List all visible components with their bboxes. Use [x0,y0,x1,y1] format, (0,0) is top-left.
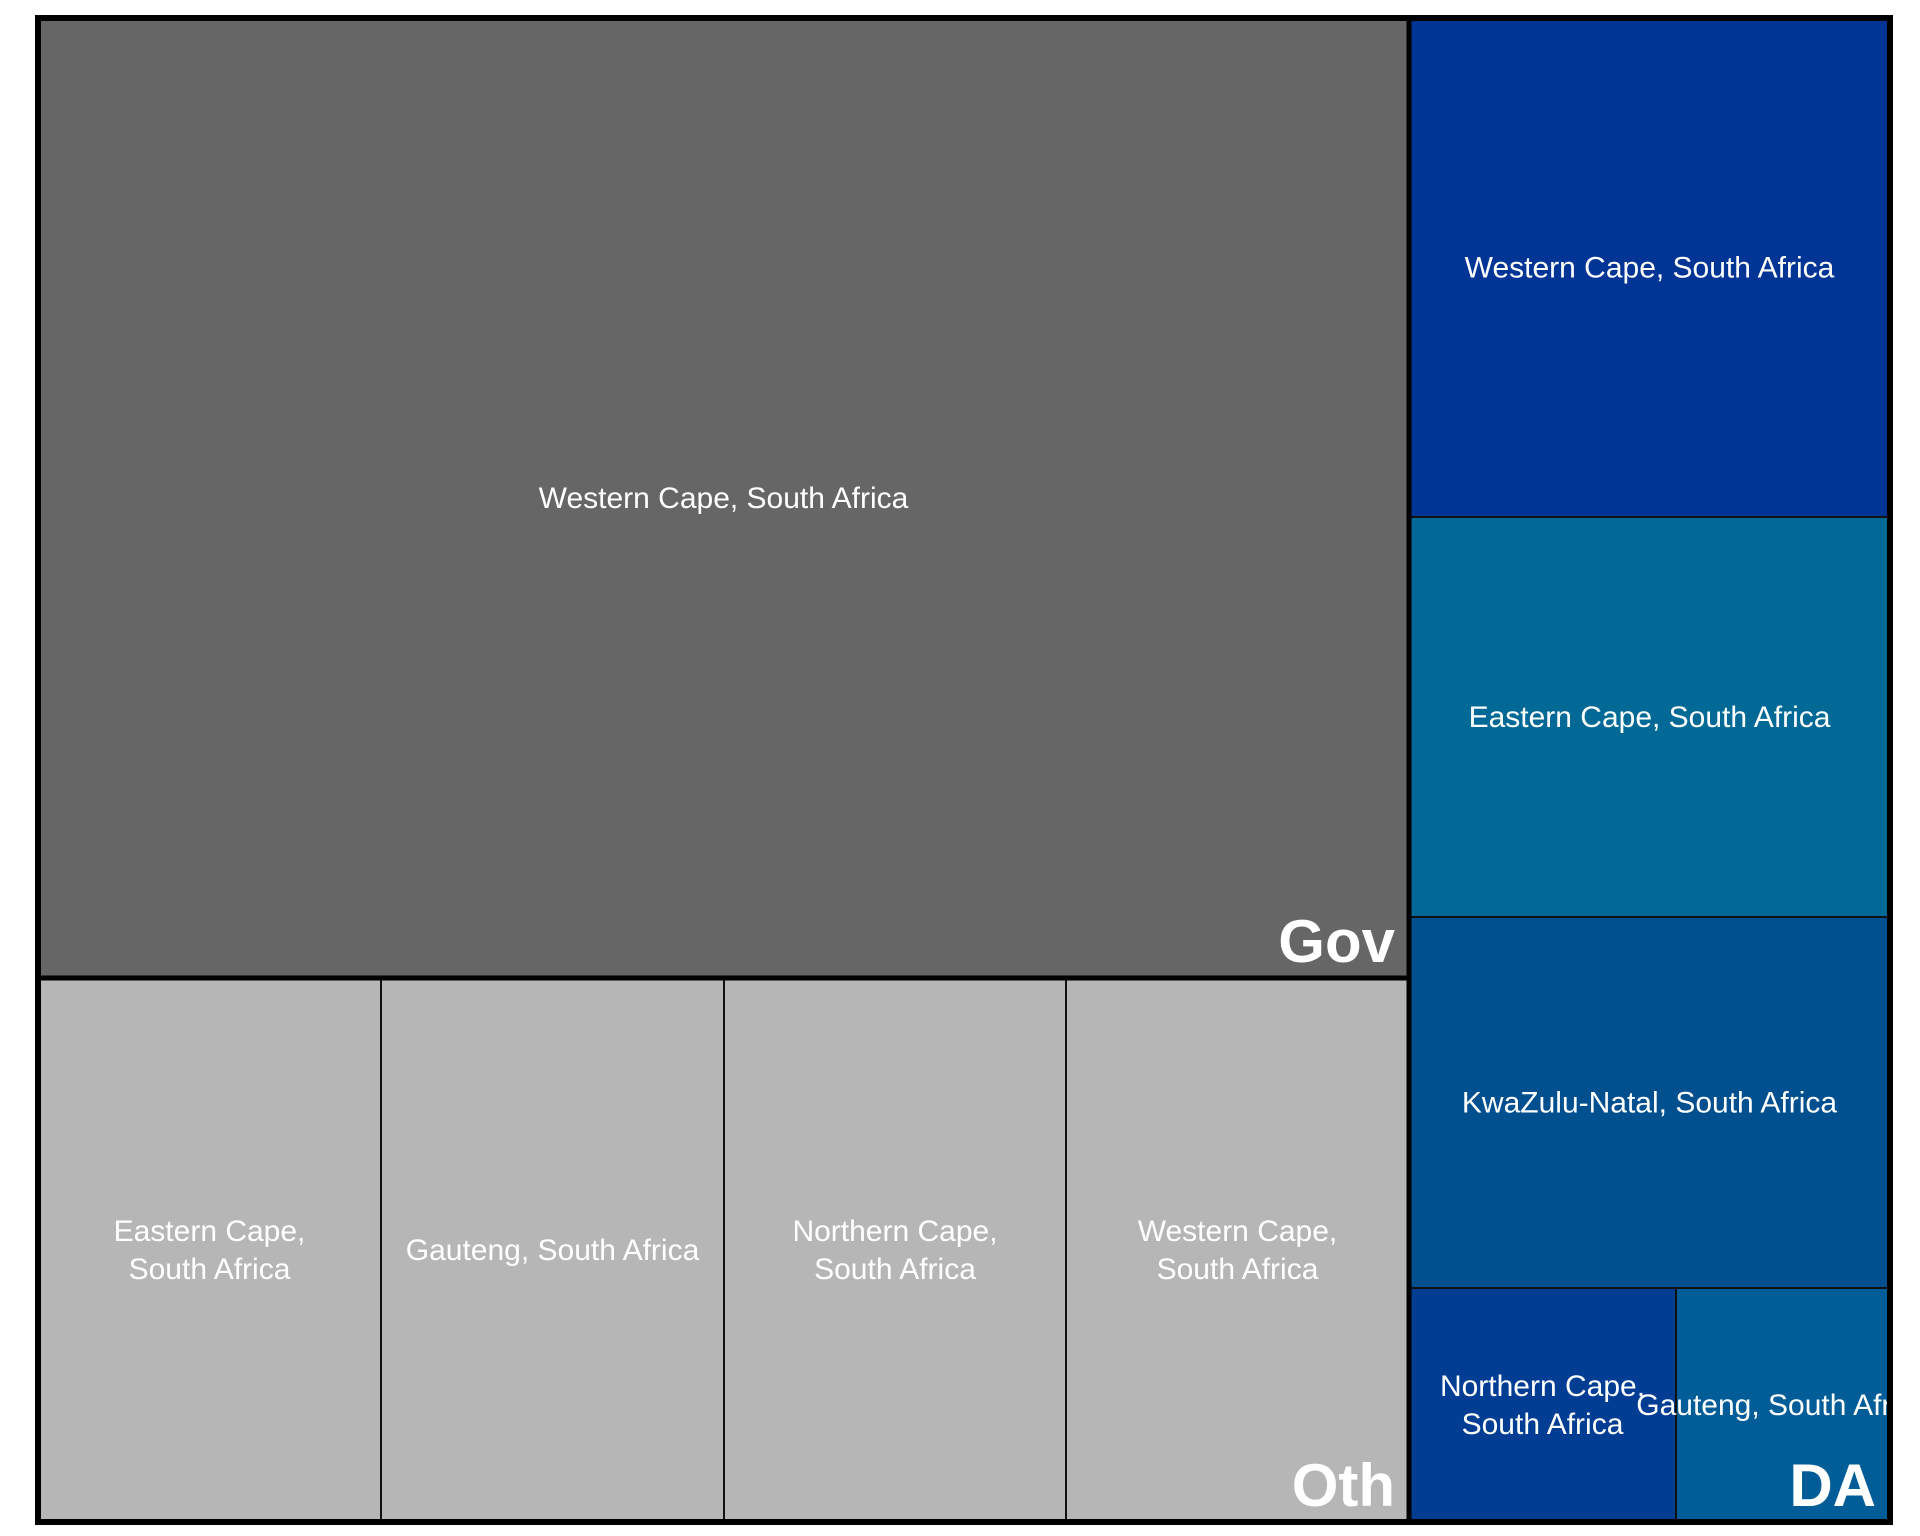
treemap-chart: Western Cape, South AfricaGovEastern Cap… [0,0,1920,1536]
group-label-gov: Gov [1278,908,1395,975]
tile-oth-eastern-cape-south-africa[interactable] [37,977,382,1523]
tile-label: Gauteng, South Africa [406,1234,700,1267]
group-label-da: DA [1789,1452,1876,1519]
tile-label: KwaZulu-Natal, South Africa [1462,1087,1837,1120]
tile-label: Western Cape, South Africa [539,482,909,515]
treemap-group-da: Western Cape, South Africa Eastern Cape, … [1406,15,1920,1525]
group-label-oth: Oth [1292,1452,1395,1519]
tile-label: Gauteng, South Africa [1636,1389,1920,1422]
tile-label: Western Cape, South Africa [1465,252,1835,285]
treemap-group-gov: Western Cape, South Africa Gov [35,15,1412,981]
tile-oth-western-cape-south-africa[interactable] [1065,977,1410,1523]
tile-label: Eastern Cape, South Africa [1469,701,1831,734]
treemap-group-oth: Eastern Cape, South AfricaGauteng, South … [35,975,1412,1525]
tile-oth-northern-cape-south-africa[interactable] [723,977,1067,1523]
